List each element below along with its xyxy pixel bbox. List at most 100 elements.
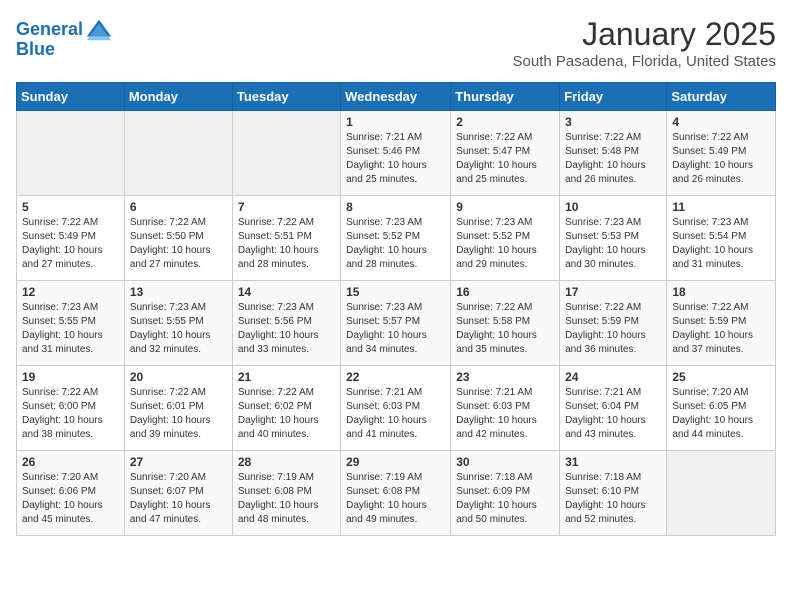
logo: General Blue [16,16,113,60]
day-number: 6 [130,200,227,214]
day-info: Sunrise: 7:22 AM Sunset: 5:59 PM Dayligh… [565,301,661,357]
day-number: 7 [238,200,335,214]
page-header: General Blue January 2025 South Pasadena… [16,16,776,70]
calendar-cell: 5Sunrise: 7:22 AM Sunset: 5:49 PM Daylig… [17,196,125,281]
day-number: 29 [346,455,445,469]
calendar-week-row: 1 Sunrise: 7:21 AM Sunset: 5:46 PM Daylig… [17,111,776,196]
calendar-cell: 18 Sunrise: 7:22 AM Sunset: 5:59 PM Dayli… [667,281,776,366]
calendar-cell: 2Sunrise: 7:22 AM Sunset: 5:47 PM Daylig… [451,111,560,196]
calendar-week-row: 5Sunrise: 7:22 AM Sunset: 5:49 PM Daylig… [17,196,776,281]
day-number: 11 [672,200,770,214]
day-info: Sunrise: 7:22 AM Sunset: 5:59 PM Dayligh… [672,301,770,357]
day-number: 13 [130,285,227,299]
day-info: Sunrise: 7:23 AM Sunset: 5:57 PM Dayligh… [346,301,445,357]
calendar-cell: 1 Sunrise: 7:21 AM Sunset: 5:46 PM Daylig… [341,111,451,196]
day-number: 8 [346,200,445,214]
calendar-cell [17,111,125,196]
day-number: 20 [130,370,227,384]
calendar-cell: 6 Sunrise: 7:22 AM Sunset: 5:50 PM Daylig… [124,196,232,281]
day-number: 23 [456,370,554,384]
day-number: 24 [565,370,661,384]
day-info: Sunrise: 7:22 AM Sunset: 5:50 PM Dayligh… [130,216,227,272]
day-number: 30 [456,455,554,469]
calendar-cell [232,111,340,196]
calendar-cell [667,451,776,536]
day-info: Sunrise: 7:21 AM Sunset: 5:46 PM Dayligh… [346,131,445,187]
day-info: Sunrise: 7:23 AM Sunset: 5:56 PM Dayligh… [238,301,335,357]
day-info: Sunrise: 7:18 AM Sunset: 6:09 PM Dayligh… [456,471,554,527]
day-info: Sunrise: 7:19 AM Sunset: 6:08 PM Dayligh… [238,471,335,527]
day-number: 28 [238,455,335,469]
calendar-cell: 4 Sunrise: 7:22 AM Sunset: 5:49 PM Daylig… [667,111,776,196]
day-info: Sunrise: 7:22 AM Sunset: 5:48 PM Dayligh… [565,131,661,187]
calendar-cell: 10Sunrise: 7:23 AM Sunset: 5:53 PM Dayli… [560,196,667,281]
header-monday: Monday [124,83,232,111]
calendar-cell: 31Sunrise: 7:18 AM Sunset: 6:10 PM Dayli… [560,451,667,536]
day-info: Sunrise: 7:18 AM Sunset: 6:10 PM Dayligh… [565,471,661,527]
day-number: 9 [456,200,554,214]
calendar-cell: 12 Sunrise: 7:23 AM Sunset: 5:55 PM Dayli… [17,281,125,366]
day-info: Sunrise: 7:22 AM Sunset: 5:49 PM Dayligh… [672,131,770,187]
day-info: Sunrise: 7:22 AM Sunset: 5:51 PM Dayligh… [238,216,335,272]
day-info: Sunrise: 7:22 AM Sunset: 6:00 PM Dayligh… [22,386,119,442]
calendar-week-row: 19 Sunrise: 7:22 AM Sunset: 6:00 PM Dayli… [17,366,776,451]
calendar-cell: 17Sunrise: 7:22 AM Sunset: 5:59 PM Dayli… [560,281,667,366]
header-tuesday: Tuesday [232,83,340,111]
calendar-cell: 20 Sunrise: 7:22 AM Sunset: 6:01 PM Dayli… [124,366,232,451]
calendar-cell: 29 Sunrise: 7:19 AM Sunset: 6:08 PM Dayli… [341,451,451,536]
day-info: Sunrise: 7:22 AM Sunset: 6:01 PM Dayligh… [130,386,227,442]
day-number: 18 [672,285,770,299]
day-number: 19 [22,370,119,384]
day-number: 3 [565,115,661,129]
day-number: 15 [346,285,445,299]
day-info: Sunrise: 7:23 AM Sunset: 5:55 PM Dayligh… [22,301,119,357]
day-number: 1 [346,115,445,129]
calendar-cell: 28 Sunrise: 7:19 AM Sunset: 6:08 PM Dayli… [232,451,340,536]
title-block: January 2025 South Pasadena, Florida, Un… [513,16,777,70]
day-info: Sunrise: 7:23 AM Sunset: 5:52 PM Dayligh… [456,216,554,272]
day-number: 2 [456,115,554,129]
calendar-cell: 14Sunrise: 7:23 AM Sunset: 5:56 PM Dayli… [232,281,340,366]
day-number: 25 [672,370,770,384]
calendar-cell: 22 Sunrise: 7:21 AM Sunset: 6:03 PM Dayli… [341,366,451,451]
logo-icon [85,16,113,44]
day-number: 22 [346,370,445,384]
calendar-cell: 7 Sunrise: 7:22 AM Sunset: 5:51 PM Daylig… [232,196,340,281]
calendar-header-row: SundayMondayTuesdayWednesdayThursdayFrid… [17,83,776,111]
header-saturday: Saturday [667,83,776,111]
day-info: Sunrise: 7:20 AM Sunset: 6:06 PM Dayligh… [22,471,119,527]
day-info: Sunrise: 7:21 AM Sunset: 6:03 PM Dayligh… [346,386,445,442]
day-info: Sunrise: 7:21 AM Sunset: 6:03 PM Dayligh… [456,386,554,442]
calendar-title: January 2025 [513,16,777,53]
calendar-week-row: 26Sunrise: 7:20 AM Sunset: 6:06 PM Dayli… [17,451,776,536]
calendar-cell: 21 Sunrise: 7:22 AM Sunset: 6:02 PM Dayli… [232,366,340,451]
day-number: 12 [22,285,119,299]
day-info: Sunrise: 7:23 AM Sunset: 5:54 PM Dayligh… [672,216,770,272]
logo-text-blue: Blue [16,40,55,60]
calendar-table: SundayMondayTuesdayWednesdayThursdayFrid… [16,82,776,536]
day-info: Sunrise: 7:19 AM Sunset: 6:08 PM Dayligh… [346,471,445,527]
day-number: 4 [672,115,770,129]
day-info: Sunrise: 7:22 AM Sunset: 6:02 PM Dayligh… [238,386,335,442]
header-thursday: Thursday [451,83,560,111]
day-number: 21 [238,370,335,384]
calendar-cell: 19 Sunrise: 7:22 AM Sunset: 6:00 PM Dayli… [17,366,125,451]
day-info: Sunrise: 7:22 AM Sunset: 5:58 PM Dayligh… [456,301,554,357]
calendar-cell: 23 Sunrise: 7:21 AM Sunset: 6:03 PM Dayli… [451,366,560,451]
calendar-cell: 15 Sunrise: 7:23 AM Sunset: 5:57 PM Dayli… [341,281,451,366]
day-info: Sunrise: 7:23 AM Sunset: 5:53 PM Dayligh… [565,216,661,272]
day-number: 27 [130,455,227,469]
header-sunday: Sunday [17,83,125,111]
logo-text: General [16,20,83,40]
calendar-cell: 11 Sunrise: 7:23 AM Sunset: 5:54 PM Dayli… [667,196,776,281]
day-info: Sunrise: 7:21 AM Sunset: 6:04 PM Dayligh… [565,386,661,442]
calendar-cell: 8Sunrise: 7:23 AM Sunset: 5:52 PM Daylig… [341,196,451,281]
calendar-cell: 3 Sunrise: 7:22 AM Sunset: 5:48 PM Daylig… [560,111,667,196]
day-number: 5 [22,200,119,214]
header-friday: Friday [560,83,667,111]
day-info: Sunrise: 7:20 AM Sunset: 6:07 PM Dayligh… [130,471,227,527]
calendar-subtitle: South Pasadena, Florida, United States [513,53,777,70]
calendar-week-row: 12 Sunrise: 7:23 AM Sunset: 5:55 PM Dayli… [17,281,776,366]
calendar-cell: 27 Sunrise: 7:20 AM Sunset: 6:07 PM Dayli… [124,451,232,536]
calendar-cell: 16Sunrise: 7:22 AM Sunset: 5:58 PM Dayli… [451,281,560,366]
